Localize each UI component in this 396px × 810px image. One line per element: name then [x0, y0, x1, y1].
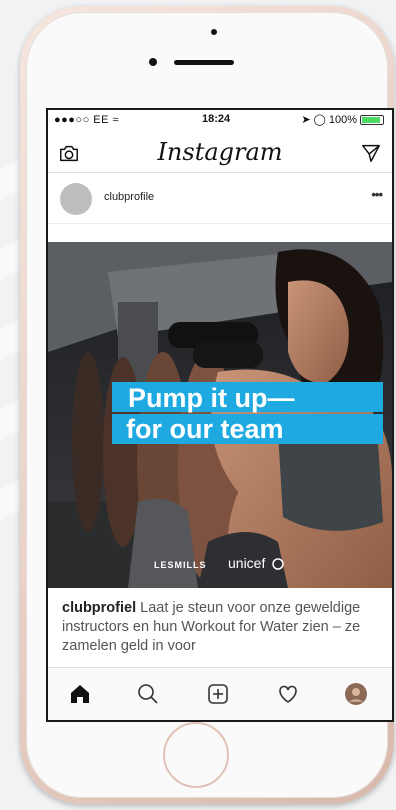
post-header: clubprofile •••	[48, 173, 392, 224]
battery-percent: 100%	[328, 113, 357, 126]
post-caption: clubprofiel Laat je steun voor onze gewe…	[62, 599, 382, 656]
post-image[interactable]: Pump it up— for our team LESMILLS unicef	[48, 242, 392, 588]
carrier-signal: ●●●○○ EE ≈	[54, 114, 119, 126]
phone-screen: ●●●○○ EE ≈ 18:24 ➤ ◯ 100% Instagram club…	[46, 108, 394, 722]
search-icon[interactable]	[136, 682, 160, 706]
add-post-icon[interactable]	[206, 682, 230, 706]
more-icon[interactable]: •••	[371, 187, 383, 202]
lesmills-logo: LESMILLS	[154, 560, 207, 570]
post-avatar[interactable]	[60, 183, 92, 215]
headline-line-2: for our team	[126, 414, 284, 444]
headline-line-1: Pump it up—	[128, 383, 294, 413]
carrier-label: ●●●○○ EE	[54, 114, 109, 126]
post-username[interactable]: clubprofile	[104, 191, 154, 203]
wifi-icon: ≈	[112, 114, 120, 126]
earpiece-speaker	[174, 60, 234, 65]
home-button[interactable]	[163, 722, 229, 788]
status-right: ➤ ◯ 100%	[301, 113, 384, 126]
send-icon[interactable]	[360, 142, 382, 164]
headphones-icon: ◯	[313, 114, 326, 126]
battery-icon	[360, 114, 384, 125]
proximity-sensor	[211, 29, 217, 35]
location-icon: ➤	[301, 114, 311, 126]
unicef-logo: unicef	[228, 555, 265, 571]
caption-username[interactable]: clubprofiel	[62, 600, 136, 616]
home-icon[interactable]	[68, 682, 92, 706]
front-camera	[149, 58, 157, 66]
activity-heart-icon[interactable]	[276, 682, 300, 706]
instagram-logo: Instagram	[157, 138, 283, 166]
bottom-nav	[48, 667, 392, 720]
status-bar: ●●●○○ EE ≈ 18:24 ➤ ◯ 100%	[48, 110, 392, 130]
app-header: Instagram	[48, 132, 392, 173]
profile-avatar-icon[interactable]	[344, 682, 368, 706]
status-time: 18:24	[202, 113, 231, 125]
workout-photo: Pump it up— for our team LESMILLS unicef	[48, 242, 392, 588]
